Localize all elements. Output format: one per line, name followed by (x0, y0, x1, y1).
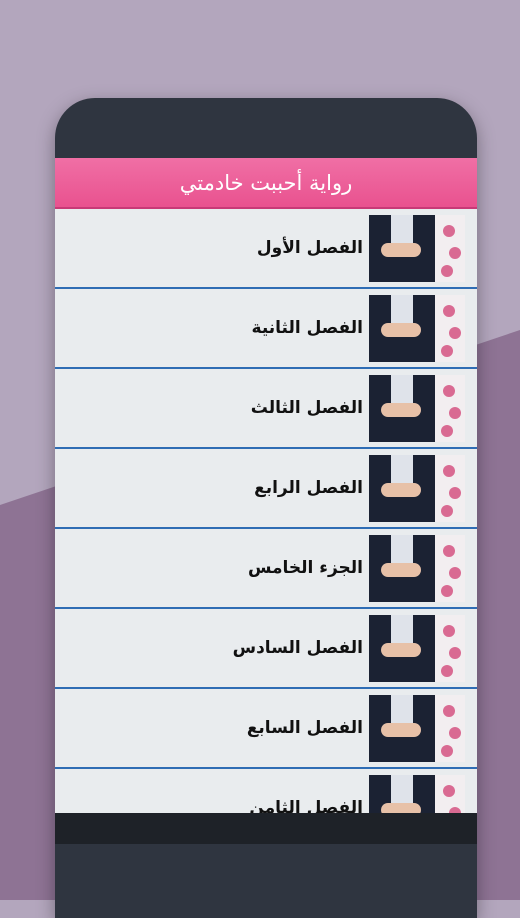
list-item[interactable]: الفصل الأول (55, 209, 477, 289)
list-item[interactable]: الفصل السابع (55, 689, 477, 769)
chapter-thumbnail (369, 534, 465, 602)
chapter-thumbnail (369, 294, 465, 362)
chapter-thumbnail (369, 774, 465, 816)
list-item[interactable]: الفصل الثامن (55, 769, 477, 816)
list-item[interactable]: الفصل السادس (55, 609, 477, 689)
bottom-nav-bar (55, 813, 477, 844)
app-screen: رواية أحببت خادمتي الفصل الأول الفصل الث… (55, 158, 477, 816)
page-title: رواية أحببت خادمتي (179, 170, 353, 195)
chapter-thumbnail (369, 214, 465, 282)
chapter-label: الفصل الثانية (251, 318, 363, 338)
chapter-label: الفصل السادس (232, 638, 363, 658)
list-item[interactable]: الفصل الثالث (55, 369, 477, 449)
chapter-label: الفصل الثالث (250, 398, 363, 418)
chapter-label: الفصل السابع (246, 718, 363, 738)
app-header: رواية أحببت خادمتي (55, 158, 477, 209)
list-item[interactable]: الفصل الثانية (55, 289, 477, 369)
chapter-list[interactable]: الفصل الأول الفصل الثانية الفصل الثالث ا… (55, 209, 477, 816)
chapter-thumbnail (369, 454, 465, 522)
chapter-thumbnail (369, 374, 465, 442)
chapter-label: الجزء الخامس (247, 558, 363, 578)
list-item[interactable]: الفصل الرابع (55, 449, 477, 529)
phone-frame: رواية أحببت خادمتي الفصل الأول الفصل الث… (55, 98, 477, 918)
chapter-thumbnail (369, 614, 465, 682)
chapter-label: الفصل الأول (256, 238, 363, 258)
chapter-thumbnail (369, 694, 465, 762)
list-item[interactable]: الجزء الخامس (55, 529, 477, 609)
chapter-label: الفصل الرابع (254, 478, 363, 498)
